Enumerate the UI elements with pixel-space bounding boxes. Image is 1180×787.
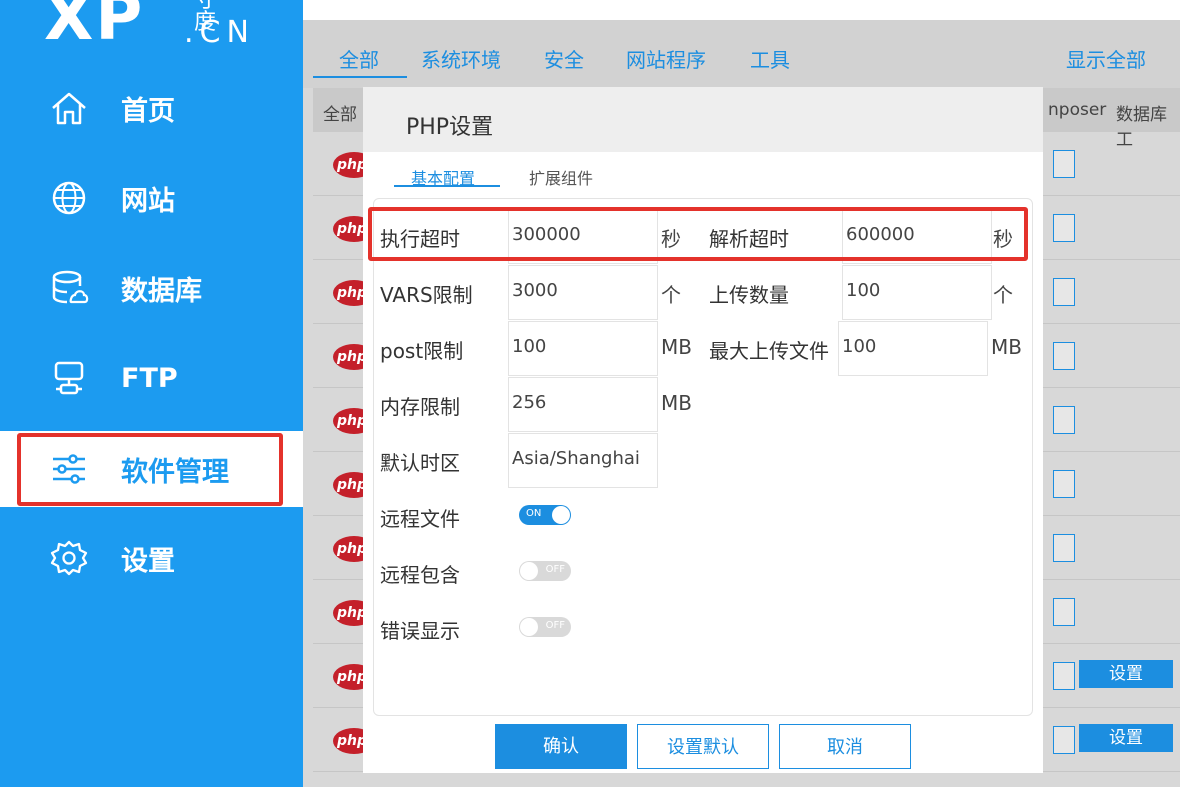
post-limit-input[interactable]: 100 [508, 321, 658, 376]
row-checkbox[interactable] [1053, 342, 1075, 370]
memory-limit-unit: MB [661, 391, 692, 415]
sidebar-item-label: FTP [121, 362, 178, 394]
active-tab-underline [313, 76, 407, 78]
row-checkbox[interactable] [1053, 662, 1075, 690]
memory-limit-input[interactable]: 256 [508, 377, 658, 432]
tab-system-env[interactable]: 系统环境 [421, 44, 501, 73]
app-root: XP 寸度 .CN 首页 网站 数据库 FTP 软件管理 设置 全部 系统环境 … [0, 0, 1180, 787]
upload-count-unit: 个 [993, 283, 1013, 307]
globe-icon [46, 178, 92, 218]
timezone-input[interactable]: Asia/Shanghai [508, 433, 658, 488]
header-col-composer: nposer [1048, 100, 1107, 120]
tab-all[interactable]: 全部 [339, 44, 379, 73]
remote-include-label: 远程包含 [380, 563, 460, 587]
toggle-knob [520, 562, 538, 580]
row-settings-button[interactable]: 设置 [1079, 724, 1173, 752]
vars-limit-input[interactable]: 3000 [508, 265, 658, 320]
row-checkbox[interactable] [1053, 598, 1075, 626]
row-checkbox[interactable] [1053, 726, 1075, 754]
confirm-button[interactable]: 确认 [495, 724, 627, 769]
category-tabs: 全部 系统环境 安全 网站程序 工具 显示全部 [303, 20, 1180, 88]
highlight-box-software [17, 433, 283, 506]
sidebar-item-website[interactable]: 网站 [0, 160, 303, 236]
header-col-all: 全部 [323, 105, 357, 125]
max-upload-input[interactable]: 100 [838, 321, 988, 376]
toggle-state-text: OFF [545, 564, 565, 575]
row-checkbox[interactable] [1053, 278, 1075, 306]
post-limit-unit: MB [661, 335, 692, 359]
vars-limit-unit: 个 [661, 283, 681, 307]
database-icon [46, 268, 92, 308]
toggle-state-text: ON [526, 508, 542, 519]
logo: XP 寸度 .CN [44, 0, 249, 56]
row-checkbox[interactable] [1053, 534, 1075, 562]
config-panel: 执行超时 300000 秒 解析超时 600000 秒 VARS限制 3000 … [373, 198, 1033, 716]
remote-file-label: 远程文件 [380, 507, 460, 531]
row-settings-button[interactable]: 设置 [1079, 660, 1173, 688]
php-settings-modal: PHP设置 基本配置 扩展组件 执行超时 300000 秒 解析超时 60000… [363, 87, 1043, 773]
sidebar: XP 寸度 .CN 首页 网站 数据库 FTP 软件管理 设置 [0, 0, 303, 787]
toggle-state-text: OFF [545, 620, 565, 631]
toggle-knob [552, 506, 570, 524]
sidebar-item-database[interactable]: 数据库 [0, 250, 303, 326]
sidebar-item-home[interactable]: 首页 [0, 70, 303, 146]
upload-count-input[interactable]: 100 [842, 265, 992, 320]
sidebar-item-label: 数据库 [121, 275, 202, 307]
ftp-icon [46, 358, 92, 398]
active-tab-underline [394, 185, 500, 187]
sidebar-item-ftp[interactable]: FTP [0, 340, 303, 416]
set-default-button[interactable]: 设置默认 [637, 724, 769, 769]
modal-header: PHP设置 [363, 87, 1043, 152]
toggle-knob [520, 618, 538, 636]
row-checkbox[interactable] [1053, 214, 1075, 242]
sidebar-item-label: 设置 [121, 545, 175, 577]
vars-limit-label: VARS限制 [380, 283, 473, 307]
post-limit-label: post限制 [380, 339, 464, 363]
top-strip [303, 0, 1180, 20]
tab-extensions[interactable]: 扩展组件 [529, 165, 593, 189]
highlight-box-timeouts [368, 207, 1028, 261]
show-all-link[interactable]: 显示全部 [1066, 44, 1146, 73]
max-upload-label: 最大上传文件 [709, 339, 829, 363]
home-icon [46, 88, 92, 128]
upload-count-label: 上传数量 [709, 283, 789, 307]
modal-title: PHP设置 [406, 115, 494, 140]
logo-cn: .CN [184, 15, 255, 50]
timezone-label: 默认时区 [380, 451, 460, 475]
tab-security[interactable]: 安全 [544, 44, 584, 73]
tab-tools[interactable]: 工具 [750, 44, 790, 73]
sidebar-item-label: 首页 [121, 95, 175, 127]
row-checkbox[interactable] [1053, 470, 1075, 498]
remote-include-toggle[interactable]: OFF [519, 561, 571, 581]
cancel-button[interactable]: 取消 [779, 724, 911, 769]
row-checkbox[interactable] [1053, 150, 1075, 178]
sidebar-item-label: 网站 [121, 185, 175, 217]
tab-web-programs[interactable]: 网站程序 [626, 44, 706, 73]
error-display-label: 错误显示 [380, 619, 460, 643]
logo-xp: XP [44, 0, 145, 55]
remote-file-toggle[interactable]: ON [519, 505, 571, 525]
memory-limit-label: 内存限制 [380, 395, 460, 419]
error-display-toggle[interactable]: OFF [519, 617, 571, 637]
max-upload-unit: MB [991, 335, 1022, 359]
row-checkbox[interactable] [1053, 406, 1075, 434]
sidebar-item-settings[interactable]: 设置 [0, 520, 303, 596]
gear-icon [46, 538, 92, 578]
